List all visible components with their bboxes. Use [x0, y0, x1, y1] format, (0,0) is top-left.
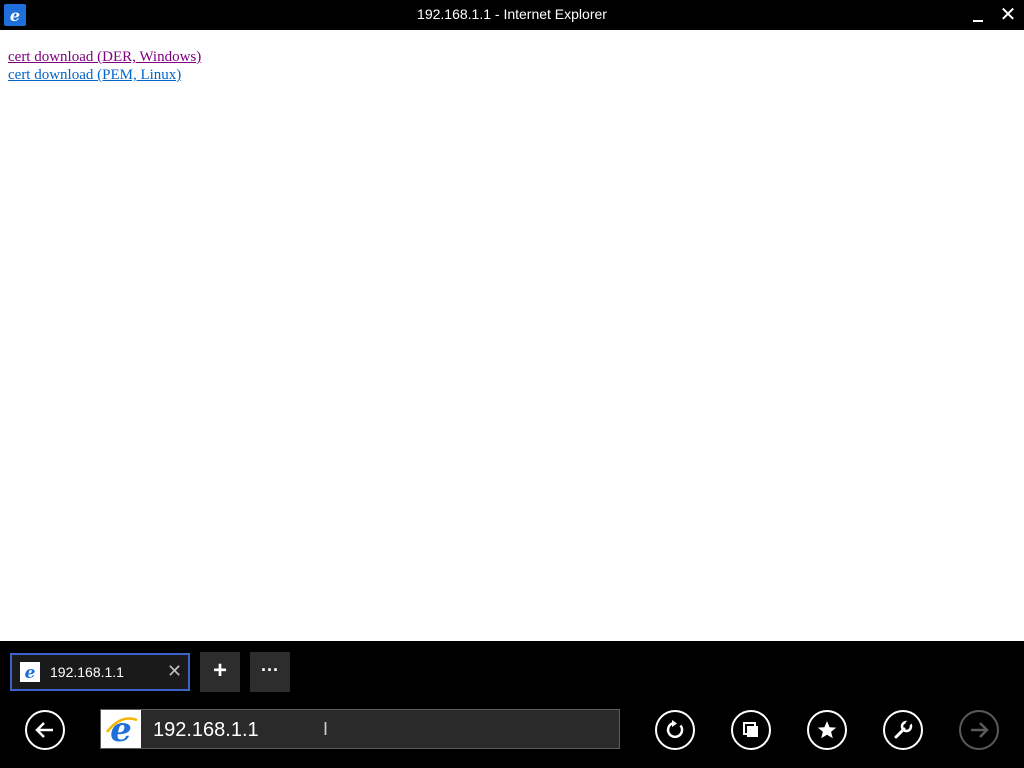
title-bar: e 192.168.1.1 - Internet Explorer ✕: [0, 0, 1024, 30]
refresh-button[interactable]: [655, 710, 695, 750]
tabs-switcher-button[interactable]: [731, 710, 771, 750]
ie-icon: e: [20, 662, 40, 683]
back-button[interactable]: [25, 710, 65, 750]
back-icon: [35, 722, 53, 738]
ie-icon: e: [101, 710, 141, 750]
navigation-bar: e I: [0, 699, 1024, 768]
tab-title: 192.168.1.1: [50, 664, 124, 680]
close-tab-icon[interactable]: ✕: [167, 661, 182, 682]
forward-button[interactable]: [959, 710, 999, 750]
text-cursor-icon: I: [323, 719, 329, 739]
cert-download-der-link[interactable]: cert download (DER, Windows): [8, 49, 201, 66]
address-bar[interactable]: e I: [100, 709, 620, 750]
close-window-button[interactable]: ✕: [996, 3, 1020, 27]
new-tab-button[interactable]: +: [200, 652, 240, 692]
svg-text:e: e: [25, 663, 36, 682]
minimize-button[interactable]: [966, 3, 990, 27]
minimize-icon: [973, 20, 983, 22]
tab-192-168-1-1[interactable]: e 192.168.1.1 ✕: [10, 653, 190, 691]
tabs-icon: [743, 722, 758, 737]
svg-text:e: e: [110, 710, 132, 748]
tools-icon: [894, 719, 913, 739]
refresh-icon: [666, 720, 684, 739]
tools-button[interactable]: [883, 710, 923, 750]
cert-download-pem-link[interactable]: cert download (PEM, Linux): [8, 67, 181, 84]
page-content: cert download (DER, Windows) cert downlo…: [0, 30, 1024, 641]
more-options-button[interactable]: ···: [250, 652, 290, 692]
forward-icon: [971, 722, 989, 738]
favorites-button[interactable]: [807, 710, 847, 750]
address-input[interactable]: [153, 719, 553, 742]
favorites-icon: [817, 721, 837, 739]
window-title: 192.168.1.1 - Internet Explorer: [417, 6, 607, 22]
tabs-bar: e 192.168.1.1 ✕ + ···: [0, 641, 1024, 699]
